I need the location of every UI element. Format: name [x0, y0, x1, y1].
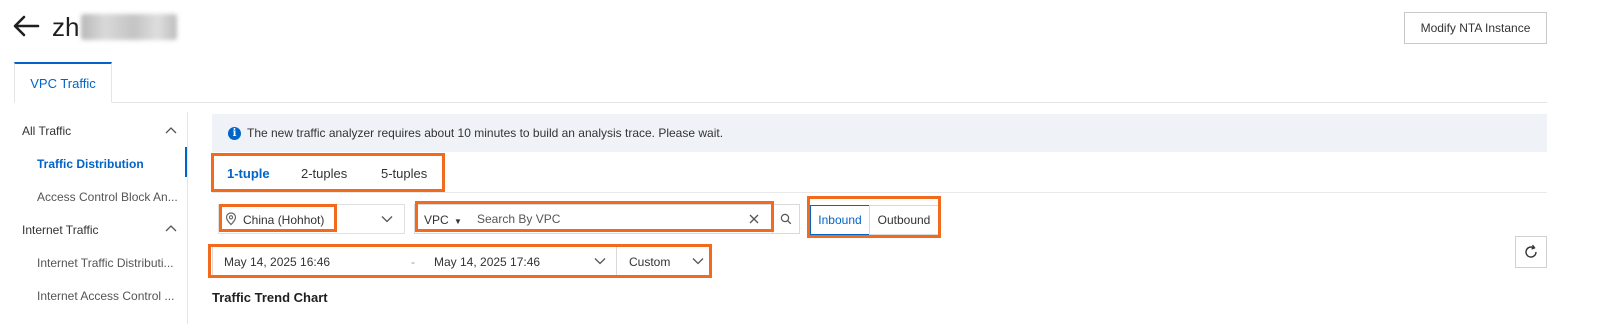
- notice-text: The new traffic analyzer requires about …: [247, 126, 724, 140]
- sidebar-group-all-traffic[interactable]: All Traffic: [22, 124, 71, 138]
- subtab-highlight-box: [211, 153, 445, 192]
- sidebar-group-internet-traffic[interactable]: Internet Traffic: [22, 223, 98, 237]
- sidebar-item-internet-traffic-distribution[interactable]: Internet Traffic Distributi...: [37, 256, 174, 270]
- page-title-text: zh: [52, 12, 80, 42]
- direction-highlight-box: [807, 196, 941, 238]
- info-icon: i: [228, 126, 241, 140]
- sidebar-item-access-control-block[interactable]: Access Control Block An...: [37, 190, 178, 204]
- info-notice-banner: i The new traffic analyzer requires abou…: [212, 114, 1547, 152]
- chevron-down-icon[interactable]: [381, 215, 393, 223]
- subtab-divider: [212, 192, 1547, 193]
- search-icon[interactable]: [780, 213, 792, 225]
- region-highlight-box: [219, 204, 337, 232]
- modify-nta-instance-button[interactable]: Modify NTA Instance: [1404, 12, 1547, 44]
- redacted-title-blur: [81, 14, 178, 40]
- date-highlight-box: [208, 244, 712, 278]
- refresh-button[interactable]: [1515, 236, 1547, 268]
- back-arrow-icon[interactable]: [12, 14, 40, 38]
- sidebar-divider: [187, 112, 188, 324]
- traffic-trend-chart-title: Traffic Trend Chart: [212, 290, 328, 305]
- sidebar-item-traffic-distribution[interactable]: Traffic Distribution: [37, 157, 144, 171]
- sidebar-item-internet-access-control[interactable]: Internet Access Control ...: [37, 289, 174, 303]
- chevron-up-icon[interactable]: [165, 224, 177, 232]
- refresh-icon: [1525, 244, 1537, 258]
- chevron-up-icon[interactable]: [165, 126, 177, 134]
- tab-vpc-traffic[interactable]: VPC Traffic: [14, 62, 112, 103]
- page-title: zh: [52, 12, 178, 43]
- search-highlight-box: [415, 201, 774, 232]
- tab-bar-divider: [14, 102, 1547, 103]
